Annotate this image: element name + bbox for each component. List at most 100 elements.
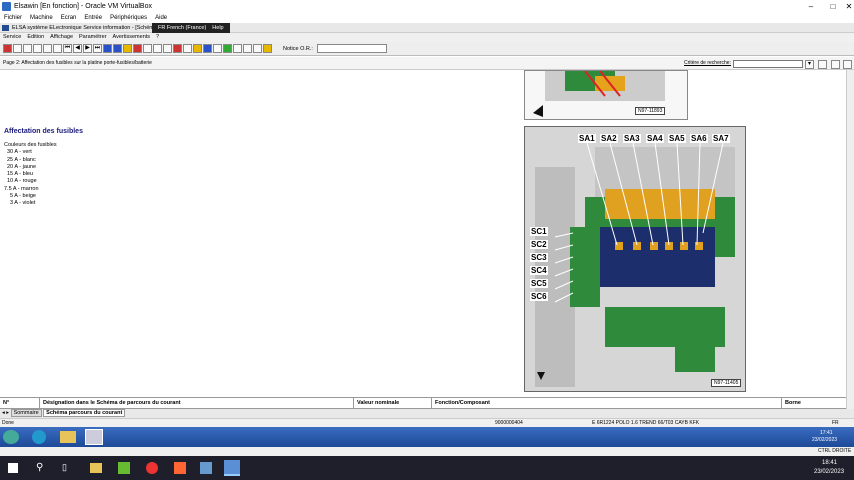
vbox-menubar: Fichier Machine Ecran Entrée Périphériqu… (0, 13, 854, 23)
swap-icon[interactable] (133, 44, 142, 53)
folder-icon[interactable] (60, 431, 76, 443)
app-icon-2[interactable] (146, 462, 158, 474)
window-title-bar: Elsawin [En fonction] - Oracle VM Virtua… (0, 0, 854, 13)
tab-summary[interactable]: Sommaire (10, 409, 42, 417)
minimize-button[interactable]: – (800, 0, 822, 13)
prev-page-icon[interactable]: ◀ (73, 44, 82, 53)
col-nominal: Valeur nominale (354, 398, 432, 408)
dropdown-icon[interactable]: ▾ (805, 60, 814, 69)
menu-affichage[interactable]: Affichage (50, 33, 73, 42)
last-page-icon[interactable]: ⏭ (93, 44, 102, 53)
next-page-icon[interactable]: ▶ (83, 44, 92, 53)
virtualbox-icon (2, 2, 11, 11)
question-icon[interactable] (123, 44, 132, 53)
label-sc1: SC1 (530, 227, 548, 236)
tab-nav-arrows[interactable]: ◂ ▸ (2, 410, 11, 416)
key-icon[interactable] (233, 44, 242, 53)
battery-icon[interactable] (213, 44, 222, 53)
tool-icon[interactable] (163, 44, 172, 53)
home-icon[interactable] (3, 44, 12, 53)
back-icon[interactable] (103, 44, 112, 53)
tab-schema[interactable]: Schéma parcours du courant (43, 409, 126, 417)
list-item: 3 A - violet (10, 200, 36, 207)
menu-fichier[interactable]: Fichier (4, 13, 22, 23)
figure-fuse-box: SA1 SA2 SA3 SA4 SA5 SA6 SA7 SC1 SC2 SC3 … (524, 126, 746, 392)
info-icon[interactable] (113, 44, 122, 53)
guest-window-title: ELSA système ELectronique Service inform… (0, 23, 854, 33)
task-view-icon[interactable]: ▯ (62, 462, 67, 473)
app-menubar: Service Edition Affichage Paramétrer Ave… (0, 33, 854, 42)
notice-label: Notice O.R.: (283, 45, 313, 52)
figure-top-ref: N97-11893 (635, 107, 666, 115)
edit-icon[interactable] (33, 44, 42, 53)
menu-service[interactable]: Service (3, 33, 21, 42)
brave-icon[interactable] (174, 462, 186, 474)
list-item: 7.5 A - marron (4, 185, 39, 192)
plug-icon[interactable] (223, 44, 232, 53)
camera-icon[interactable] (243, 44, 252, 53)
menu-parametrer[interactable]: Paramétrer (79, 33, 107, 42)
vertical-scrollbar[interactable] (846, 70, 854, 410)
menu-entree[interactable]: Entrée (84, 13, 102, 23)
search-icon[interactable] (818, 60, 827, 69)
list-item: 15 A - bleu (7, 171, 33, 178)
new-doc-icon[interactable] (23, 44, 32, 53)
section-heading: Affectation des fusibles (4, 128, 83, 135)
virtualbox-icon[interactable] (200, 462, 212, 474)
search-icon[interactable]: ⚲ (36, 462, 43, 473)
list-item: 5 A - beige (10, 193, 36, 200)
label-sa7: SA7 (712, 134, 730, 143)
first-page-icon[interactable]: ⏮ (63, 44, 72, 53)
col-designation: Désignation dans le Schéma de parcours d… (40, 398, 354, 408)
elsawin-host-icon[interactable] (224, 460, 240, 476)
criteria-input[interactable] (733, 60, 803, 68)
list-icon[interactable] (183, 44, 192, 53)
fuse-table-header: N° Désignation dans le Schéma de parcour… (0, 397, 846, 409)
label-sa1: SA1 (578, 134, 596, 143)
language-selector[interactable]: FR French (France) (158, 23, 206, 33)
note-icon[interactable] (253, 44, 262, 53)
menu-avertissements[interactable]: Avertissements (113, 33, 151, 42)
help-button[interactable]: Help (212, 23, 223, 33)
car-icon[interactable] (203, 44, 212, 53)
notice-input[interactable] (316, 44, 387, 53)
app-icon[interactable] (118, 462, 130, 474)
menu-edition[interactable]: Edition (27, 33, 44, 42)
close-button[interactable]: ✕ (838, 0, 854, 13)
menu-machine[interactable]: Machine (30, 13, 53, 23)
list-item: 30 A - vert (7, 149, 32, 156)
start-button[interactable] (3, 430, 19, 444)
elsawin-task-icon[interactable] (85, 429, 103, 445)
search-prev-icon[interactable] (831, 60, 840, 69)
figure-top: N97-11893 (524, 70, 688, 120)
book-icon[interactable] (143, 44, 152, 53)
guest-clock-time: 17:41 (820, 430, 833, 436)
label-sc2: SC2 (530, 240, 548, 249)
page-title: Page 2: Affectation des fusibles sur la … (3, 60, 152, 66)
menu-aide[interactable]: Aide (155, 13, 167, 23)
warning-icon[interactable] (193, 44, 202, 53)
host-taskbar: ⚲ ▯ 18:41 23/02/2023 (0, 456, 854, 480)
fuse-box-drawing (525, 127, 745, 391)
explorer-icon[interactable] (90, 463, 102, 473)
elsa-icon (2, 24, 9, 31)
host-clock-date: 23/02/2023 (814, 469, 845, 475)
menu-peripheriques[interactable]: Périphériques (110, 13, 147, 23)
printer-icon[interactable] (53, 44, 62, 53)
search-next-icon[interactable] (843, 60, 852, 69)
menu-help[interactable]: ? (156, 33, 159, 42)
copy-icon[interactable] (43, 44, 52, 53)
label-sc3: SC3 (530, 253, 548, 262)
browser-icon[interactable] (32, 430, 46, 444)
document-icon[interactable] (153, 44, 162, 53)
bulb-icon[interactable] (263, 44, 272, 53)
toolbar: ⏮ ◀ ▶ ⏭ Notice O.R.: (0, 42, 854, 56)
tab-bar: ◂ ▸ Sommaire Schéma parcours du courant (0, 409, 854, 418)
label-sa5: SA5 (668, 134, 686, 143)
language-bar[interactable]: FR French (France) Help (152, 23, 230, 33)
menu-ecran[interactable]: Ecran (61, 13, 77, 23)
windows-start-icon[interactable] (8, 463, 18, 473)
guest-clock-date: 23/02/2023 (812, 437, 838, 443)
print-icon[interactable] (13, 44, 22, 53)
stop-icon[interactable] (173, 44, 182, 53)
